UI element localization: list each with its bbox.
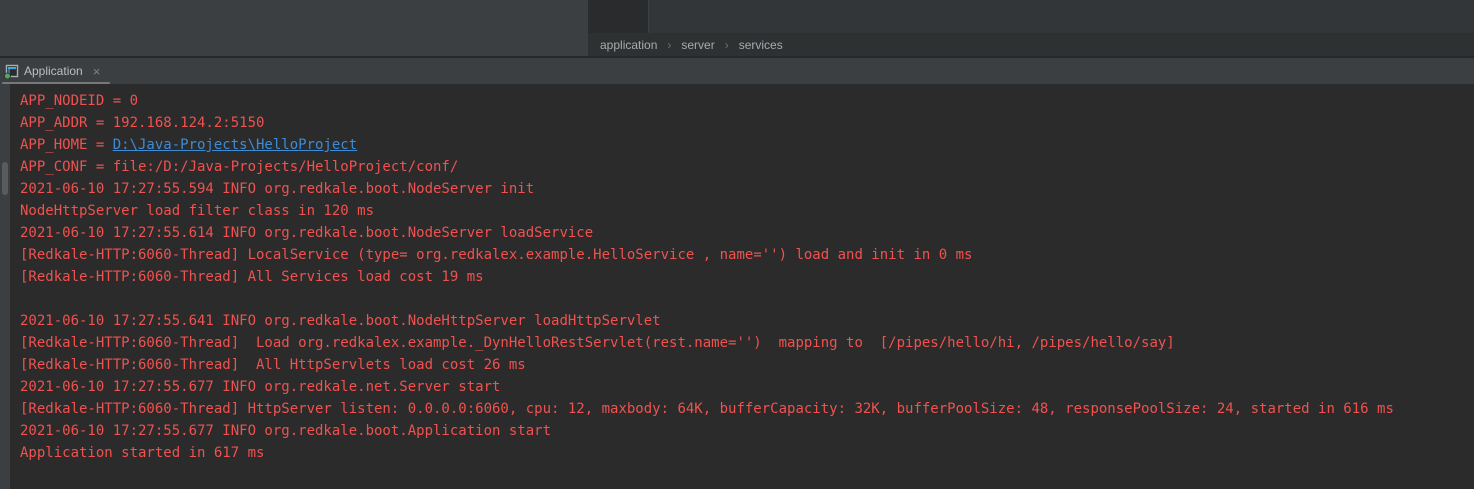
breadcrumb-separator: › [725, 38, 729, 52]
log-text: 2021-06-10 17:27:55.641 INFO org.redkale… [20, 313, 661, 329]
log-text: 2021-06-10 17:27:55.677 INFO org.redkale… [20, 423, 551, 439]
log-text: [Redkale-HTTP:6060-Thread] Load org.redk… [20, 335, 1175, 351]
console-log[interactable]: APP_NODEID = 0 APP_ADDR = 192.168.124.2:5… [10, 84, 1474, 489]
log-text: [Redkale-HTTP:6060-Thread] HttpServer li… [20, 401, 1394, 417]
console-line: 2021-06-10 17:27:55.641 INFO org.redkale… [20, 310, 1474, 332]
tab-application[interactable]: Application × [0, 58, 108, 84]
log-text: [Redkale-HTTP:6060-Thread] All Services … [20, 269, 484, 285]
console-gutter [0, 84, 10, 489]
tab-application-label: Application [24, 64, 83, 78]
breadcrumb-item-server[interactable]: server [679, 38, 716, 52]
log-text: Application started in 617 ms [20, 445, 264, 461]
console-line: APP_ADDR = 192.168.124.2:5150 [20, 112, 1474, 134]
console-line: APP_NODEID = 0 [20, 90, 1474, 112]
file-link[interactable]: D:\Java-Projects\HelloProject [113, 137, 357, 153]
console-line: 2021-06-10 17:27:55.677 INFO org.redkale… [20, 420, 1474, 442]
gutter-scrollbar-thumb[interactable] [2, 162, 8, 195]
log-text: APP_HOME = [20, 137, 113, 153]
console-line: Application started in 617 ms [20, 442, 1474, 464]
log-text: APP_CONF = file:/D:/Java-Projects/HelloP… [20, 159, 458, 175]
breadcrumb-separator: › [667, 38, 671, 52]
run-tab-bar: Application × [0, 58, 1474, 84]
editor-tab-area [648, 0, 1474, 33]
log-text: NodeHttpServer load filter class in 120 … [20, 203, 374, 219]
log-text: 2021-06-10 17:27:55.594 INFO org.redkale… [20, 181, 534, 197]
ide-run-window: application › server › services Application … [0, 0, 1474, 489]
console-line: 2021-06-10 17:27:55.614 INFO org.redkale… [20, 222, 1474, 244]
breadcrumb-item-services[interactable]: services [737, 38, 785, 52]
editor-top-strip: application › server › services [0, 0, 1474, 58]
console-line: [Redkale-HTTP:6060-Thread] All Services … [20, 266, 1474, 288]
breadcrumb-item-application[interactable]: application [598, 38, 659, 52]
log-text: APP_NODEID = 0 [20, 93, 138, 109]
log-text: 2021-06-10 17:27:55.614 INFO org.redkale… [20, 225, 593, 241]
log-text: [Redkale-HTTP:6060-Thread] LocalService … [20, 247, 972, 263]
console-line: 2021-06-10 17:27:55.677 INFO org.redkale… [20, 376, 1474, 398]
console-line: NodeHttpServer load filter class in 120 … [20, 200, 1474, 222]
console-line: APP_HOME = D:\Java-Projects\HelloProject [20, 134, 1474, 156]
editor-left-panel [0, 0, 588, 56]
log-text: APP_ADDR = 192.168.124.2:5150 [20, 115, 264, 131]
console-line: APP_CONF = file:/D:/Java-Projects/HelloP… [20, 156, 1474, 178]
console-line: [Redkale-HTTP:6060-Thread] HttpServer li… [20, 398, 1474, 420]
run-console: APP_NODEID = 0 APP_ADDR = 192.168.124.2:5… [0, 84, 1474, 489]
editor-tab-gap [588, 0, 648, 33]
log-text: [Redkale-HTTP:6060-Thread] All HttpServl… [20, 357, 526, 373]
editor-right-panel: application › server › services [588, 0, 1474, 56]
close-icon[interactable]: × [93, 65, 101, 78]
console-line: [Redkale-HTTP:6060-Thread] Load org.redk… [20, 332, 1474, 354]
run-console-icon [4, 64, 19, 79]
breadcrumb: application › server › services [588, 33, 1474, 56]
log-text: 2021-06-10 17:27:55.677 INFO org.redkale… [20, 379, 500, 395]
console-line: 2021-06-10 17:27:55.594 INFO org.redkale… [20, 178, 1474, 200]
editor-tab-strip [588, 0, 1474, 33]
console-line: [Redkale-HTTP:6060-Thread] All HttpServl… [20, 354, 1474, 376]
console-line [20, 288, 1474, 310]
console-line: [Redkale-HTTP:6060-Thread] LocalService … [20, 244, 1474, 266]
